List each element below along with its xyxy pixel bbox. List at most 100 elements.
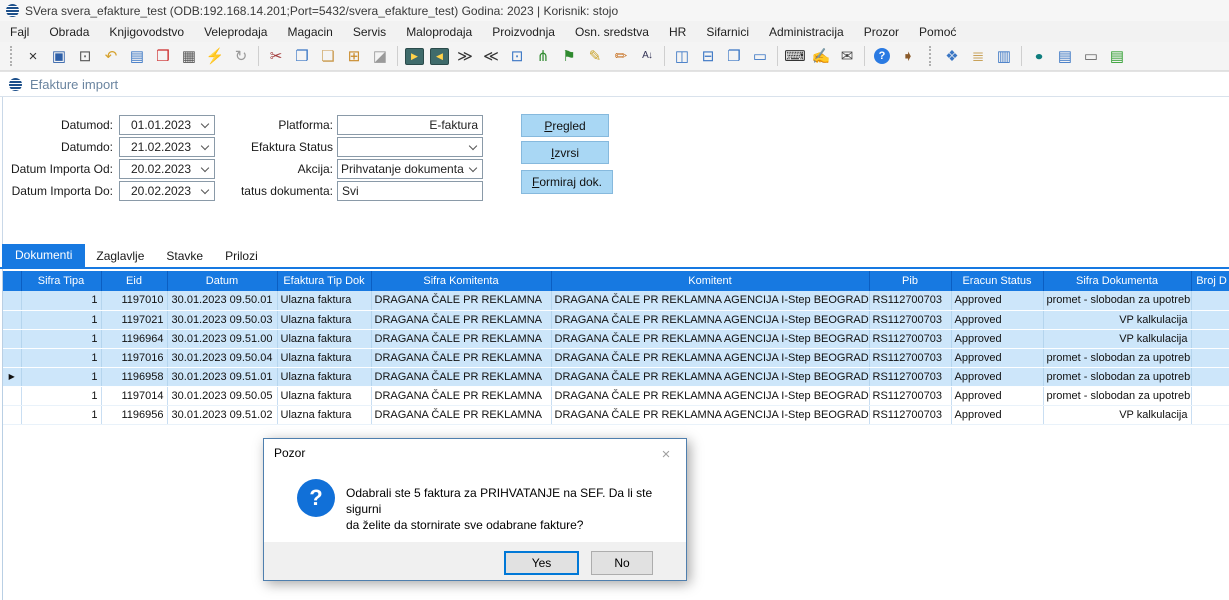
copy-icon[interactable]: ❐ bbox=[289, 44, 315, 68]
menu-item-fajl[interactable]: Fajl bbox=[0, 23, 39, 41]
table-row[interactable]: 1119701430.01.2023 09.50.05Ulazna faktur… bbox=[3, 386, 1229, 405]
column-header-datum[interactable]: Datum bbox=[167, 271, 277, 291]
tile-vertical-icon[interactable]: ◫ bbox=[669, 44, 695, 68]
table-row[interactable]: 1119702130.01.2023 09.50.03Ulazna faktur… bbox=[3, 310, 1229, 329]
manual-icon[interactable]: ▥ bbox=[991, 44, 1017, 68]
yes-button[interactable]: Yes bbox=[504, 551, 579, 575]
paste-icon[interactable]: ❏ bbox=[315, 44, 341, 68]
column-header-sifra_komitenta[interactable]: Sifra Komitenta bbox=[371, 271, 551, 291]
search-icon[interactable]: ⊡ bbox=[504, 44, 530, 68]
cell-eracun_status: Approved bbox=[951, 310, 1043, 329]
column-header-eid[interactable]: Eid bbox=[101, 271, 167, 291]
column-header-sel[interactable] bbox=[3, 271, 21, 291]
document-icon[interactable]: ▤ bbox=[1052, 44, 1078, 68]
current-row-indicator: ▶ bbox=[3, 367, 21, 386]
status-dokumenta-input[interactable]: Svi bbox=[337, 181, 483, 201]
datum-od-label: Datumod: bbox=[3, 118, 113, 132]
first-record-icon[interactable]: ≪ bbox=[478, 44, 504, 68]
cell-pib: RS112700703 bbox=[869, 329, 951, 348]
column-header-sifra_tipa[interactable]: Sifra Tipa bbox=[21, 271, 101, 291]
message-icon[interactable]: ✉ bbox=[834, 44, 860, 68]
table-row[interactable]: ▶1119695830.01.2023 09.51.01Ulazna faktu… bbox=[3, 367, 1229, 386]
row-indicator bbox=[3, 310, 21, 329]
database-icon[interactable]: ● bbox=[1026, 46, 1052, 65]
menu-item-knjigovodstvo[interactable]: Knjigovodstvo bbox=[99, 23, 194, 41]
tab-stavke[interactable]: Stavke bbox=[155, 246, 214, 267]
akcija-combo[interactable]: Prihvatanje dokumenta bbox=[337, 159, 483, 179]
menu-bar: FajlObradaKnjigovodstvoVeleprodajaMagaci… bbox=[0, 21, 1229, 42]
scroll-icon[interactable]: ≣ bbox=[965, 44, 991, 68]
close-icon[interactable]: × bbox=[20, 44, 46, 68]
menu-item-sifarnici[interactable]: Sifarnici bbox=[696, 23, 759, 41]
next-record-icon[interactable]: ▶ bbox=[405, 48, 424, 65]
cell-sifra_dokumenta: promet - slobodan za upotrebu bbox=[1043, 348, 1191, 367]
help-icon[interactable]: ? bbox=[874, 48, 890, 64]
menu-item-prozor[interactable]: Prozor bbox=[854, 23, 909, 41]
cell-datum: 30.01.2023 09.51.01 bbox=[167, 367, 277, 386]
password-icon[interactable]: ▭ bbox=[1078, 44, 1104, 68]
prev-record-icon[interactable]: ◀ bbox=[430, 48, 449, 65]
calculator-icon[interactable]: ⌨ bbox=[782, 44, 808, 68]
menu-item-maloprodaja[interactable]: Maloprodaja bbox=[396, 23, 482, 41]
table-row[interactable]: 1119695630.01.2023 09.51.02Ulazna faktur… bbox=[3, 405, 1229, 424]
column-header-pib[interactable]: Pib bbox=[869, 271, 951, 291]
menu-item-veleprodaja[interactable]: Veleprodaja bbox=[194, 23, 277, 41]
cell-sifra_tipa: 1 bbox=[21, 291, 101, 310]
column-header-eracun_status[interactable]: Eracun Status bbox=[951, 271, 1043, 291]
window-icon[interactable]: ▭ bbox=[747, 44, 773, 68]
execute-icon[interactable]: ⚡ bbox=[202, 44, 228, 68]
flag-icon[interactable]: ⚑ bbox=[556, 44, 582, 68]
column-header-komitent[interactable]: Komitent bbox=[551, 271, 869, 291]
tab-prilozi[interactable]: Prilozi bbox=[214, 246, 269, 267]
menu-item-osn-sredstva[interactable]: Osn. sredstva bbox=[565, 23, 659, 41]
menu-item-proizvodnja[interactable]: Proizvodnja bbox=[482, 23, 565, 41]
refresh-icon[interactable]: ↻ bbox=[228, 44, 254, 68]
save-icon[interactable]: ▣ bbox=[46, 44, 72, 68]
efaktura-status-combo[interactable] bbox=[337, 137, 483, 157]
tile-horizontal-icon[interactable]: ⊟ bbox=[695, 44, 721, 68]
tab-dokumenti[interactable]: Dokumenti bbox=[2, 244, 85, 267]
menu-item-pomo[interactable]: Pomoć bbox=[909, 23, 966, 41]
izvrsi-button[interactable]: Izvrsi bbox=[521, 141, 609, 164]
no-button[interactable]: No bbox=[591, 551, 653, 575]
erase-icon[interactable]: ◪ bbox=[367, 44, 393, 68]
print-icon[interactable]: ▤ bbox=[124, 44, 150, 68]
menu-item-servis[interactable]: Servis bbox=[343, 23, 396, 41]
tab-zaglavlje[interactable]: Zaglavlje bbox=[85, 246, 155, 267]
cell-datum: 30.01.2023 09.50.03 bbox=[167, 310, 277, 329]
table-row[interactable]: 1119701630.01.2023 09.50.04Ulazna faktur… bbox=[3, 348, 1229, 367]
column-header-broj[interactable]: Broj D bbox=[1191, 271, 1229, 291]
print-setup-icon[interactable]: ▦ bbox=[176, 44, 202, 68]
cut-icon[interactable]: ✂ bbox=[263, 44, 289, 68]
table-row[interactable]: 1119701030.01.2023 09.50.01Ulazna faktur… bbox=[3, 291, 1229, 310]
column-header-tip_dok[interactable]: Efaktura Tip Dok bbox=[277, 271, 371, 291]
undo-icon[interactable]: ↶ bbox=[98, 44, 124, 68]
menu-item-magacin[interactable]: Magacin bbox=[277, 23, 342, 41]
platforma-input[interactable]: E-faktura bbox=[337, 115, 483, 135]
table-row[interactable]: 1119696430.01.2023 09.51.00Ulazna faktur… bbox=[3, 329, 1229, 348]
toolbar-grip bbox=[10, 46, 14, 66]
pregled-button[interactable]: Pregled bbox=[521, 114, 609, 137]
close-icon[interactable]: × bbox=[652, 443, 680, 465]
formiraj-dok-button[interactable]: Formiraj dok. bbox=[521, 170, 613, 194]
exit-icon[interactable]: ➧ bbox=[895, 44, 921, 68]
cell-eracun_status: Approved bbox=[951, 386, 1043, 405]
export-pdf-icon[interactable]: ❒ bbox=[150, 44, 176, 68]
bookmark-icon[interactable]: ❖ bbox=[939, 44, 965, 68]
notebook-icon[interactable]: ▤ bbox=[1104, 44, 1130, 68]
cascade-windows-icon[interactable]: ❐ bbox=[721, 44, 747, 68]
column-header-sifra_dokumenta[interactable]: Sifra Dokumenta bbox=[1043, 271, 1191, 291]
menu-item-administracija[interactable]: Administracija bbox=[759, 23, 854, 41]
sort-az-icon[interactable]: A↓ bbox=[634, 44, 660, 68]
print-preview-icon[interactable]: ⊡ bbox=[72, 44, 98, 68]
cell-sifra_komitenta: DRAGANA ČALE PR REKLAMNA bbox=[371, 291, 551, 310]
menu-item-hr[interactable]: HR bbox=[659, 23, 696, 41]
edit-note-icon[interactable]: ✍ bbox=[808, 44, 834, 68]
cell-tip_dok: Ulazna faktura bbox=[277, 329, 371, 348]
table-icon[interactable]: ⊞ bbox=[341, 44, 367, 68]
marker-icon[interactable]: ✎ bbox=[582, 44, 608, 68]
tree-icon[interactable]: ⋔ bbox=[530, 44, 556, 68]
menu-item-obrada[interactable]: Obrada bbox=[39, 23, 99, 41]
last-record-icon[interactable]: ≫ bbox=[452, 44, 478, 68]
marker2-icon[interactable]: ✏ bbox=[608, 44, 634, 68]
